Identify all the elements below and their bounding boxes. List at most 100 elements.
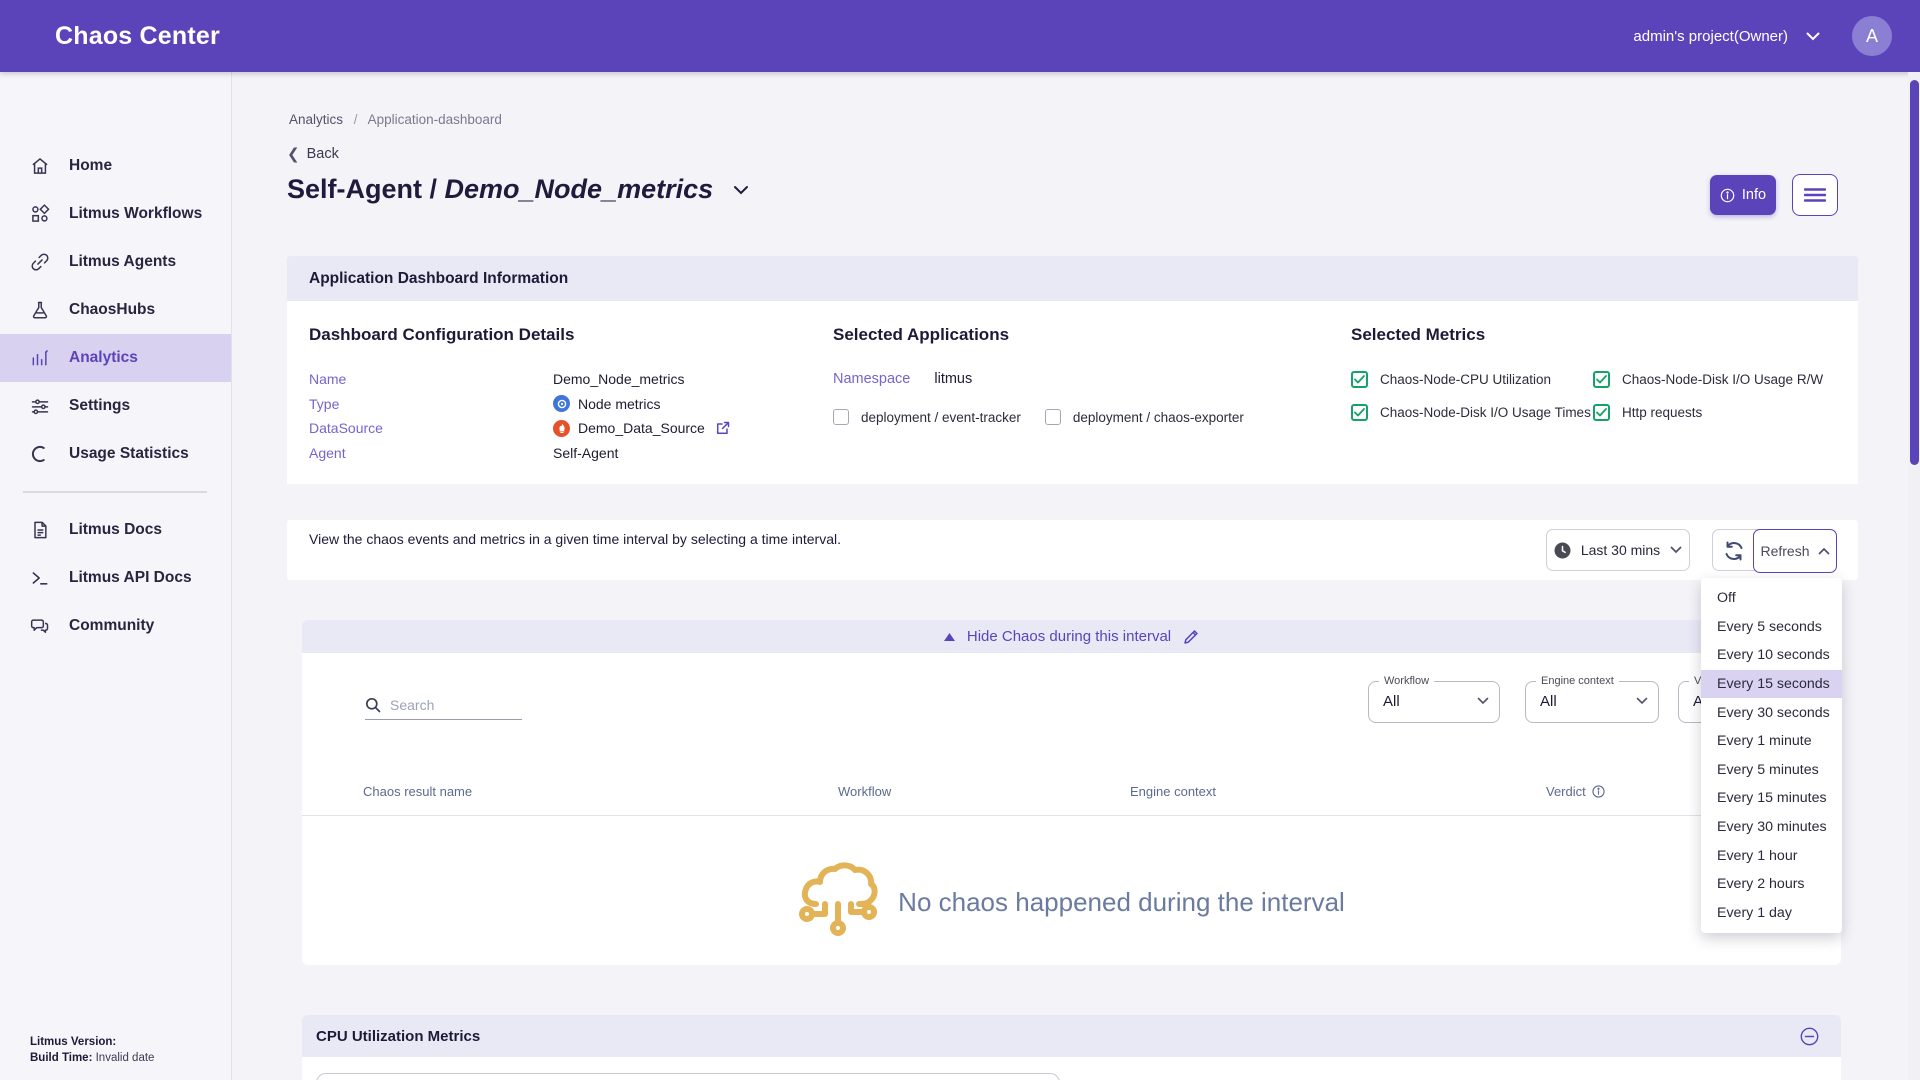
refresh-option[interactable]: Every 15 minutes (1701, 784, 1842, 813)
refresh-option[interactable]: Every 10 seconds (1701, 641, 1842, 670)
application-label: deployment / chaos-exporter (1073, 410, 1244, 425)
namespace-label: Namespace (833, 371, 910, 387)
workflow-filter-label: Workflow (1379, 675, 1434, 687)
cpu-metrics-section: CPU Utilization Metrics (302, 1015, 1841, 1080)
chaos-results-card: Hide Chaos during this interval Workflow… (302, 620, 1841, 965)
application-checkbox-event-tracker[interactable]: deployment / event-tracker (833, 409, 1021, 425)
verdict-info-icon[interactable] (1592, 785, 1605, 798)
agent-label: Agent (309, 445, 553, 461)
page-title: Self-Agent / Demo_Node_metrics (287, 174, 713, 205)
config-row-datasource: DataSource Demo_Data_Source (309, 416, 833, 441)
sidebar-item-litmus-docs[interactable]: Litmus Docs (0, 506, 231, 554)
refresh-controls: Refresh (1712, 529, 1837, 571)
refresh-now-icon[interactable] (1722, 539, 1746, 563)
cpu-chart-container (316, 1073, 1060, 1080)
metric-checkbox-http[interactable]: Http requests (1593, 404, 1858, 421)
breadcrumb: Analytics / Application-dashboard (289, 112, 502, 127)
empty-state: No chaos happened during the interval (302, 842, 1841, 962)
usage-donut-icon (30, 444, 50, 464)
info-label: Info (1742, 187, 1766, 203)
application-label: deployment / event-tracker (861, 410, 1021, 425)
sidebar-item-settings[interactable]: Settings (0, 382, 231, 430)
column-chaos-result-name: Chaos result name (363, 784, 472, 799)
checked-checkbox-icon[interactable] (1593, 371, 1610, 388)
sidebar-item-usage-statistics[interactable]: Usage Statistics (0, 430, 231, 478)
avatar[interactable]: A (1852, 16, 1892, 56)
collapse-triangle-icon[interactable] (944, 633, 955, 641)
project-switcher[interactable]: admin's project(Owner) (1633, 0, 1820, 72)
sidebar-item-label: Analytics (69, 349, 138, 367)
refresh-option[interactable]: Every 5 seconds (1701, 613, 1842, 642)
refresh-label: Refresh (1760, 543, 1809, 559)
refresh-option[interactable]: Every 1 minute (1701, 727, 1842, 756)
sidebar-item-label: Settings (69, 397, 130, 415)
sidebar-item-analytics[interactable]: Analytics (0, 334, 231, 382)
sidebar-item-litmus-agents[interactable]: Litmus Agents (0, 238, 231, 286)
sidebar-item-home[interactable]: Home (0, 142, 231, 190)
metric-checkbox-disk-rw[interactable]: Chaos-Node-Disk I/O Usage R/W (1593, 371, 1858, 388)
scrollbar-thumb[interactable] (1910, 80, 1919, 465)
engine-context-filter-select[interactable]: Engine context All (1525, 681, 1659, 723)
metric-label: Chaos-Node-Disk I/O Usage Times (1380, 405, 1591, 420)
refresh-option[interactable]: Off (1701, 584, 1842, 613)
workflow-filter-select[interactable]: Workflow All (1368, 681, 1500, 723)
sidebar-item-litmus-api-docs[interactable]: Litmus API Docs (0, 554, 231, 602)
table-header-divider (302, 815, 1841, 816)
refresh-option[interactable]: Every 30 seconds (1701, 698, 1842, 727)
prometheus-icon (553, 420, 570, 437)
edit-pencil-icon[interactable] (1183, 629, 1199, 645)
workflow-filter-value: All (1383, 693, 1400, 710)
build-time-label: Build Time: (30, 1052, 92, 1064)
refresh-option[interactable]: Every 1 hour (1701, 841, 1842, 870)
litmus-version-label: Litmus Version: (30, 1036, 116, 1048)
refresh-option[interactable]: Every 5 minutes (1701, 756, 1842, 785)
refresh-interval-button[interactable]: Refresh (1753, 529, 1837, 573)
collapse-minus-icon[interactable] (1800, 1027, 1819, 1046)
chevron-left-icon: ❮ (287, 145, 300, 163)
datasource-value: Demo_Data_Source (578, 420, 705, 436)
chat-bubbles-icon (30, 616, 50, 636)
hide-chaos-toggle[interactable]: Hide Chaos during this interval (967, 628, 1171, 645)
unchecked-checkbox-icon[interactable] (833, 409, 849, 425)
info-button[interactable]: Info (1710, 175, 1776, 215)
scrollbar-track[interactable] (1908, 72, 1920, 1080)
engine-context-filter-label: Engine context (1536, 675, 1619, 687)
sidebar-item-chaoshubs[interactable]: ChaosHubs (0, 286, 231, 334)
sidebar-item-label: Usage Statistics (69, 445, 189, 463)
checked-checkbox-icon[interactable] (1593, 404, 1610, 421)
refresh-option[interactable]: Every 30 minutes (1701, 813, 1842, 842)
refresh-option[interactable]: Every 1 day (1701, 899, 1842, 928)
external-link-icon[interactable] (716, 421, 730, 435)
sidebar-item-community[interactable]: Community (0, 602, 231, 650)
metric-checkbox-disk-times[interactable]: Chaos-Node-Disk I/O Usage Times (1351, 404, 1593, 421)
build-time-value: Invalid date (96, 1052, 155, 1064)
interval-bar: View the chaos events and metrics in a g… (287, 520, 1858, 580)
sidebar-item-litmus-workflows[interactable]: Litmus Workflows (0, 190, 231, 238)
title-chevron-down-icon[interactable] (733, 185, 749, 195)
refresh-option-selected[interactable]: Every 15 seconds (1701, 670, 1842, 699)
breadcrumb-analytics[interactable]: Analytics (289, 112, 343, 127)
search-input[interactable] (390, 697, 508, 713)
empty-message: No chaos happened during the interval (898, 887, 1345, 918)
time-range-select[interactable]: Last 30 mins (1546, 529, 1690, 571)
hamburger-icon (1804, 188, 1826, 202)
checked-checkbox-icon[interactable] (1351, 371, 1368, 388)
refresh-option[interactable]: Every 2 hours (1701, 870, 1842, 899)
metric-label: Chaos-Node-Disk I/O Usage R/W (1622, 372, 1823, 387)
back-button[interactable]: ❮ Back (287, 145, 339, 163)
time-range-value: Last 30 mins (1581, 542, 1660, 558)
cpu-section-title: CPU Utilization Metrics (316, 1028, 1800, 1045)
application-checkbox-chaos-exporter[interactable]: deployment / chaos-exporter (1045, 409, 1244, 425)
metric-label: Chaos-Node-CPU Utilization (1380, 372, 1551, 387)
agent-name: Self-Agent / (287, 174, 437, 204)
avatar-letter: A (1866, 26, 1878, 47)
type-value: Node metrics (578, 396, 660, 412)
checked-checkbox-icon[interactable] (1351, 404, 1368, 421)
options-menu-button[interactable] (1792, 174, 1838, 216)
sidebar-item-label: Litmus Agents (69, 253, 176, 271)
unchecked-checkbox-icon[interactable] (1045, 409, 1061, 425)
metric-checkbox-cpu[interactable]: Chaos-Node-CPU Utilization (1351, 371, 1593, 388)
namespace-value: litmus (934, 371, 972, 387)
type-label: Type (309, 396, 553, 412)
sidebar: Home Litmus Workflows Litmus Agents Chao… (0, 72, 232, 1080)
